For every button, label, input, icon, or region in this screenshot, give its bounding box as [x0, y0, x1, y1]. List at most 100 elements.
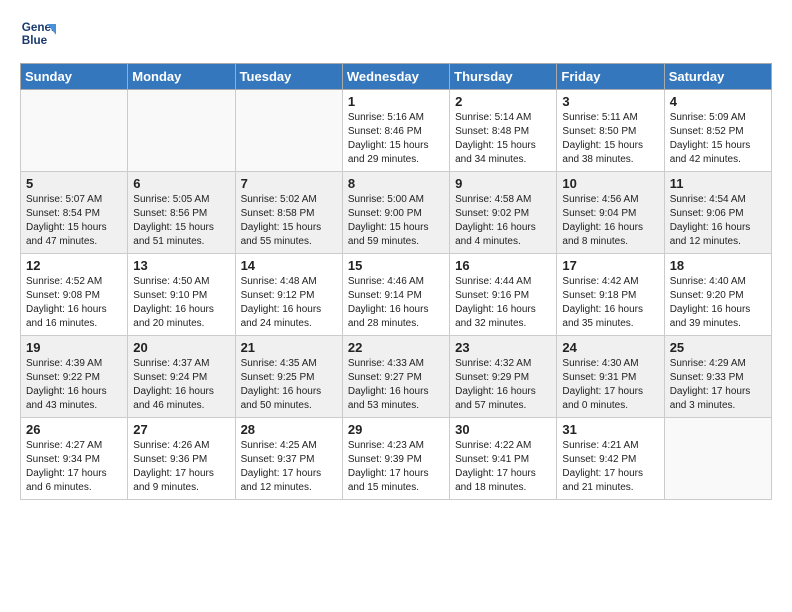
day-info: Sunrise: 4:21 AM Sunset: 9:42 PM Dayligh…	[562, 439, 658, 495]
svg-text:Blue: Blue	[22, 34, 48, 47]
calendar-header: Sunday Monday Tuesday Wednesday Thursday…	[21, 64, 772, 90]
calendar-cell: 29 Sunrise: 4:23 AM Sunset: 9:39 PM Dayli…	[342, 418, 449, 500]
calendar-table: Sunday Monday Tuesday Wednesday Thursday…	[20, 63, 772, 500]
calendar-cell: 25 Sunrise: 4:29 AM Sunset: 9:33 PM Dayli…	[664, 336, 771, 418]
calendar-cell: 18 Sunrise: 4:40 AM Sunset: 9:20 PM Dayli…	[664, 254, 771, 336]
calendar-cell: 26Sunrise: 4:27 AM Sunset: 9:34 PM Dayli…	[21, 418, 128, 500]
calendar-cell: 7 Sunrise: 5:02 AM Sunset: 8:58 PM Daylig…	[235, 172, 342, 254]
calendar-cell: 3 Sunrise: 5:11 AM Sunset: 8:50 PM Daylig…	[557, 90, 664, 172]
calendar-cell	[128, 90, 235, 172]
day-number: 4	[670, 94, 766, 109]
day-number: 18	[670, 258, 766, 273]
calendar-cell: 2 Sunrise: 5:14 AM Sunset: 8:48 PM Daylig…	[450, 90, 557, 172]
day-number: 3	[562, 94, 658, 109]
day-info: Sunrise: 5:05 AM Sunset: 8:56 PM Dayligh…	[133, 193, 229, 249]
day-info: Sunrise: 4:30 AM Sunset: 9:31 PM Dayligh…	[562, 357, 658, 413]
day-info: Sunrise: 4:50 AM Sunset: 9:10 PM Dayligh…	[133, 275, 229, 331]
day-info: Sunrise: 4:52 AM Sunset: 9:08 PM Dayligh…	[26, 275, 122, 331]
page: General Blue Sunday Monday Tuesday Wedne…	[0, 0, 792, 612]
day-info: Sunrise: 4:22 AM Sunset: 9:41 PM Dayligh…	[455, 439, 551, 495]
day-number: 14	[241, 258, 337, 273]
header-monday: Monday	[128, 64, 235, 90]
day-number: 23	[455, 340, 551, 355]
calendar-cell: 31 Sunrise: 4:21 AM Sunset: 9:42 PM Dayli…	[557, 418, 664, 500]
header-friday: Friday	[557, 64, 664, 90]
day-info: Sunrise: 4:42 AM Sunset: 9:18 PM Dayligh…	[562, 275, 658, 331]
day-info: Sunrise: 4:58 AM Sunset: 9:02 PM Dayligh…	[455, 193, 551, 249]
day-number: 16	[455, 258, 551, 273]
calendar-cell: 8 Sunrise: 5:00 AM Sunset: 9:00 PM Daylig…	[342, 172, 449, 254]
day-info: Sunrise: 5:09 AM Sunset: 8:52 PM Dayligh…	[670, 111, 766, 167]
day-info: Sunrise: 4:23 AM Sunset: 9:39 PM Dayligh…	[348, 439, 444, 495]
day-info: Sunrise: 4:35 AM Sunset: 9:25 PM Dayligh…	[241, 357, 337, 413]
calendar-cell: 24 Sunrise: 4:30 AM Sunset: 9:31 PM Dayli…	[557, 336, 664, 418]
calendar-cell	[235, 90, 342, 172]
day-number: 25	[670, 340, 766, 355]
day-number: 10	[562, 176, 658, 191]
calendar-cell: 15Sunrise: 4:46 AM Sunset: 9:14 PM Dayli…	[342, 254, 449, 336]
calendar-week-1: 1 Sunrise: 5:16 AM Sunset: 8:46 PM Daylig…	[21, 90, 772, 172]
day-info: Sunrise: 5:16 AM Sunset: 8:46 PM Dayligh…	[348, 111, 444, 167]
calendar-cell: 22Sunrise: 4:33 AM Sunset: 9:27 PM Dayli…	[342, 336, 449, 418]
header-sunday: Sunday	[21, 64, 128, 90]
day-number: 12	[26, 258, 122, 273]
header-tuesday: Tuesday	[235, 64, 342, 90]
day-number: 24	[562, 340, 658, 355]
header-row: Sunday Monday Tuesday Wednesday Thursday…	[21, 64, 772, 90]
header-saturday: Saturday	[664, 64, 771, 90]
day-info: Sunrise: 4:29 AM Sunset: 9:33 PM Dayligh…	[670, 357, 766, 413]
header: General Blue	[20, 15, 772, 51]
calendar-cell: 9Sunrise: 4:58 AM Sunset: 9:02 PM Daylig…	[450, 172, 557, 254]
calendar-cell: 5 Sunrise: 5:07 AM Sunset: 8:54 PM Daylig…	[21, 172, 128, 254]
day-info: Sunrise: 4:39 AM Sunset: 9:22 PM Dayligh…	[26, 357, 122, 413]
calendar-week-4: 19 Sunrise: 4:39 AM Sunset: 9:22 PM Dayli…	[21, 336, 772, 418]
calendar-cell: 20 Sunrise: 4:37 AM Sunset: 9:24 PM Dayli…	[128, 336, 235, 418]
day-number: 28	[241, 422, 337, 437]
logo: General Blue	[20, 15, 60, 51]
header-wednesday: Wednesday	[342, 64, 449, 90]
calendar-cell: 30Sunrise: 4:22 AM Sunset: 9:41 PM Dayli…	[450, 418, 557, 500]
calendar-week-5: 26Sunrise: 4:27 AM Sunset: 9:34 PM Dayli…	[21, 418, 772, 500]
day-info: Sunrise: 4:48 AM Sunset: 9:12 PM Dayligh…	[241, 275, 337, 331]
day-number: 20	[133, 340, 229, 355]
calendar-cell: 11 Sunrise: 4:54 AM Sunset: 9:06 PM Dayli…	[664, 172, 771, 254]
day-number: 7	[241, 176, 337, 191]
day-number: 26	[26, 422, 122, 437]
calendar-week-3: 12 Sunrise: 4:52 AM Sunset: 9:08 PM Dayli…	[21, 254, 772, 336]
day-number: 31	[562, 422, 658, 437]
calendar-cell: 14 Sunrise: 4:48 AM Sunset: 9:12 PM Dayli…	[235, 254, 342, 336]
day-info: Sunrise: 4:25 AM Sunset: 9:37 PM Dayligh…	[241, 439, 337, 495]
calendar-cell: 28 Sunrise: 4:25 AM Sunset: 9:37 PM Dayli…	[235, 418, 342, 500]
day-number: 21	[241, 340, 337, 355]
day-number: 2	[455, 94, 551, 109]
day-info: Sunrise: 4:37 AM Sunset: 9:24 PM Dayligh…	[133, 357, 229, 413]
day-info: Sunrise: 4:54 AM Sunset: 9:06 PM Dayligh…	[670, 193, 766, 249]
day-number: 17	[562, 258, 658, 273]
calendar-cell	[21, 90, 128, 172]
day-info: Sunrise: 5:07 AM Sunset: 8:54 PM Dayligh…	[26, 193, 122, 249]
day-number: 15	[348, 258, 444, 273]
day-info: Sunrise: 5:11 AM Sunset: 8:50 PM Dayligh…	[562, 111, 658, 167]
day-info: Sunrise: 4:56 AM Sunset: 9:04 PM Dayligh…	[562, 193, 658, 249]
day-number: 11	[670, 176, 766, 191]
calendar-cell: 19 Sunrise: 4:39 AM Sunset: 9:22 PM Dayli…	[21, 336, 128, 418]
day-info: Sunrise: 5:02 AM Sunset: 8:58 PM Dayligh…	[241, 193, 337, 249]
day-info: Sunrise: 4:44 AM Sunset: 9:16 PM Dayligh…	[455, 275, 551, 331]
day-number: 29	[348, 422, 444, 437]
day-number: 5	[26, 176, 122, 191]
calendar-cell: 27Sunrise: 4:26 AM Sunset: 9:36 PM Dayli…	[128, 418, 235, 500]
calendar-cell: 1 Sunrise: 5:16 AM Sunset: 8:46 PM Daylig…	[342, 90, 449, 172]
day-info: Sunrise: 5:14 AM Sunset: 8:48 PM Dayligh…	[455, 111, 551, 167]
calendar-body: 1 Sunrise: 5:16 AM Sunset: 8:46 PM Daylig…	[21, 90, 772, 500]
day-number: 1	[348, 94, 444, 109]
calendar-cell: 16 Sunrise: 4:44 AM Sunset: 9:16 PM Dayli…	[450, 254, 557, 336]
header-thursday: Thursday	[450, 64, 557, 90]
calendar-cell	[664, 418, 771, 500]
day-number: 8	[348, 176, 444, 191]
calendar-cell: 6Sunrise: 5:05 AM Sunset: 8:56 PM Daylig…	[128, 172, 235, 254]
calendar-cell: 12 Sunrise: 4:52 AM Sunset: 9:08 PM Dayli…	[21, 254, 128, 336]
day-info: Sunrise: 5:00 AM Sunset: 9:00 PM Dayligh…	[348, 193, 444, 249]
day-info: Sunrise: 4:40 AM Sunset: 9:20 PM Dayligh…	[670, 275, 766, 331]
calendar-cell: 23Sunrise: 4:32 AM Sunset: 9:29 PM Dayli…	[450, 336, 557, 418]
day-number: 19	[26, 340, 122, 355]
